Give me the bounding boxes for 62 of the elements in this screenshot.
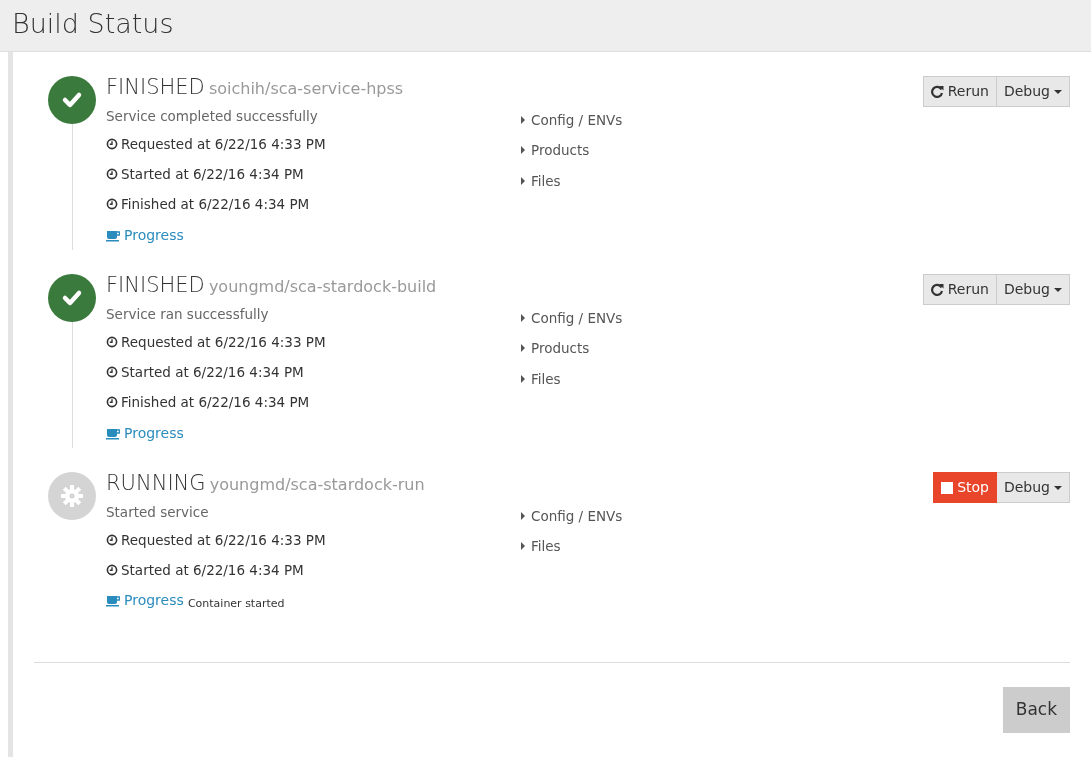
progress-link[interactable]: Progress [106, 422, 184, 444]
section-toggle[interactable]: Config / ENVs [520, 506, 934, 527]
status-message: Service completed successfully [106, 106, 319, 126]
section-toggle[interactable]: Config / ENVs [520, 110, 923, 131]
stop-icon [941, 481, 954, 494]
section-toggle[interactable]: Files [520, 368, 923, 389]
caret-right-icon [520, 542, 527, 551]
debug-dropdown[interactable]: Debug [996, 274, 1070, 305]
clock-icon [106, 137, 118, 150]
timestamp-text: Requested at 6/22/16 4:33 PM [121, 530, 326, 550]
clock-icon [106, 533, 118, 546]
section-toggle[interactable]: Files [520, 170, 923, 191]
cup-icon [106, 426, 120, 440]
timestamp-text: Requested at 6/22/16 4:33 PM [121, 332, 326, 352]
refresh-icon [930, 283, 944, 296]
clock-icon [106, 168, 118, 181]
status-message: Service ran successfully [106, 304, 270, 324]
rerun-button[interactable]: Rerun [922, 274, 997, 305]
page-title: Build Status [12, 8, 175, 41]
caret-right-icon [520, 344, 527, 353]
section-toggle[interactable]: Products [520, 140, 923, 161]
timestamp-text: Finished at 6/22/16 4:34 PM [121, 393, 310, 413]
refresh-icon [930, 85, 944, 98]
status-message: Started service [106, 502, 210, 522]
clock-icon [106, 564, 118, 577]
service-name: youngmd/sca-stardock-build [208, 277, 437, 296]
cup-icon [106, 228, 120, 242]
clock-icon [106, 198, 118, 211]
caret-down-icon [1054, 89, 1062, 94]
progress-link[interactable]: Progress [106, 224, 184, 246]
status-label: FINISHED [106, 75, 205, 99]
progress-link[interactable]: Progress [106, 590, 184, 612]
caret-down-icon [1054, 287, 1062, 292]
timestamp-text: Requested at 6/22/16 4:33 PM [121, 134, 326, 154]
clock-icon [106, 335, 118, 348]
rerun-button[interactable]: Rerun [922, 76, 997, 107]
section-toggle[interactable]: Config / ENVs [520, 308, 923, 329]
caret-right-icon [520, 146, 527, 155]
caret-right-icon [520, 176, 527, 185]
status-label: RUNNING [106, 471, 206, 495]
debug-dropdown[interactable]: Debug [996, 472, 1070, 503]
section-toggle[interactable]: Products [520, 338, 923, 359]
timestamp-text: Started at 6/22/16 4:34 PM [121, 165, 304, 184]
back-button[interactable]: Back [1002, 687, 1070, 733]
caret-right-icon [520, 314, 527, 323]
timestamp-text: Finished at 6/22/16 4:34 PM [121, 195, 310, 215]
service-name: youngmd/sca-stardock-run [209, 475, 425, 494]
cup-icon [106, 594, 120, 608]
caret-right-icon [520, 116, 527, 125]
service-name: soichih/sca-service-hpss [208, 79, 404, 98]
progress-note: Container started [187, 597, 285, 611]
section-toggle[interactable]: Files [520, 536, 934, 557]
stop-button[interactable]: Stop [933, 472, 997, 503]
debug-dropdown[interactable]: Debug [996, 76, 1070, 107]
timestamp-text: Started at 6/22/16 4:34 PM [121, 561, 304, 580]
caret-down-icon [1054, 485, 1062, 490]
timestamp-text: Started at 6/22/16 4:34 PM [121, 363, 304, 382]
clock-icon [106, 396, 118, 409]
clock-icon [106, 366, 118, 379]
caret-right-icon [520, 512, 527, 521]
caret-right-icon [520, 374, 527, 383]
status-label: FINISHED [106, 273, 205, 297]
